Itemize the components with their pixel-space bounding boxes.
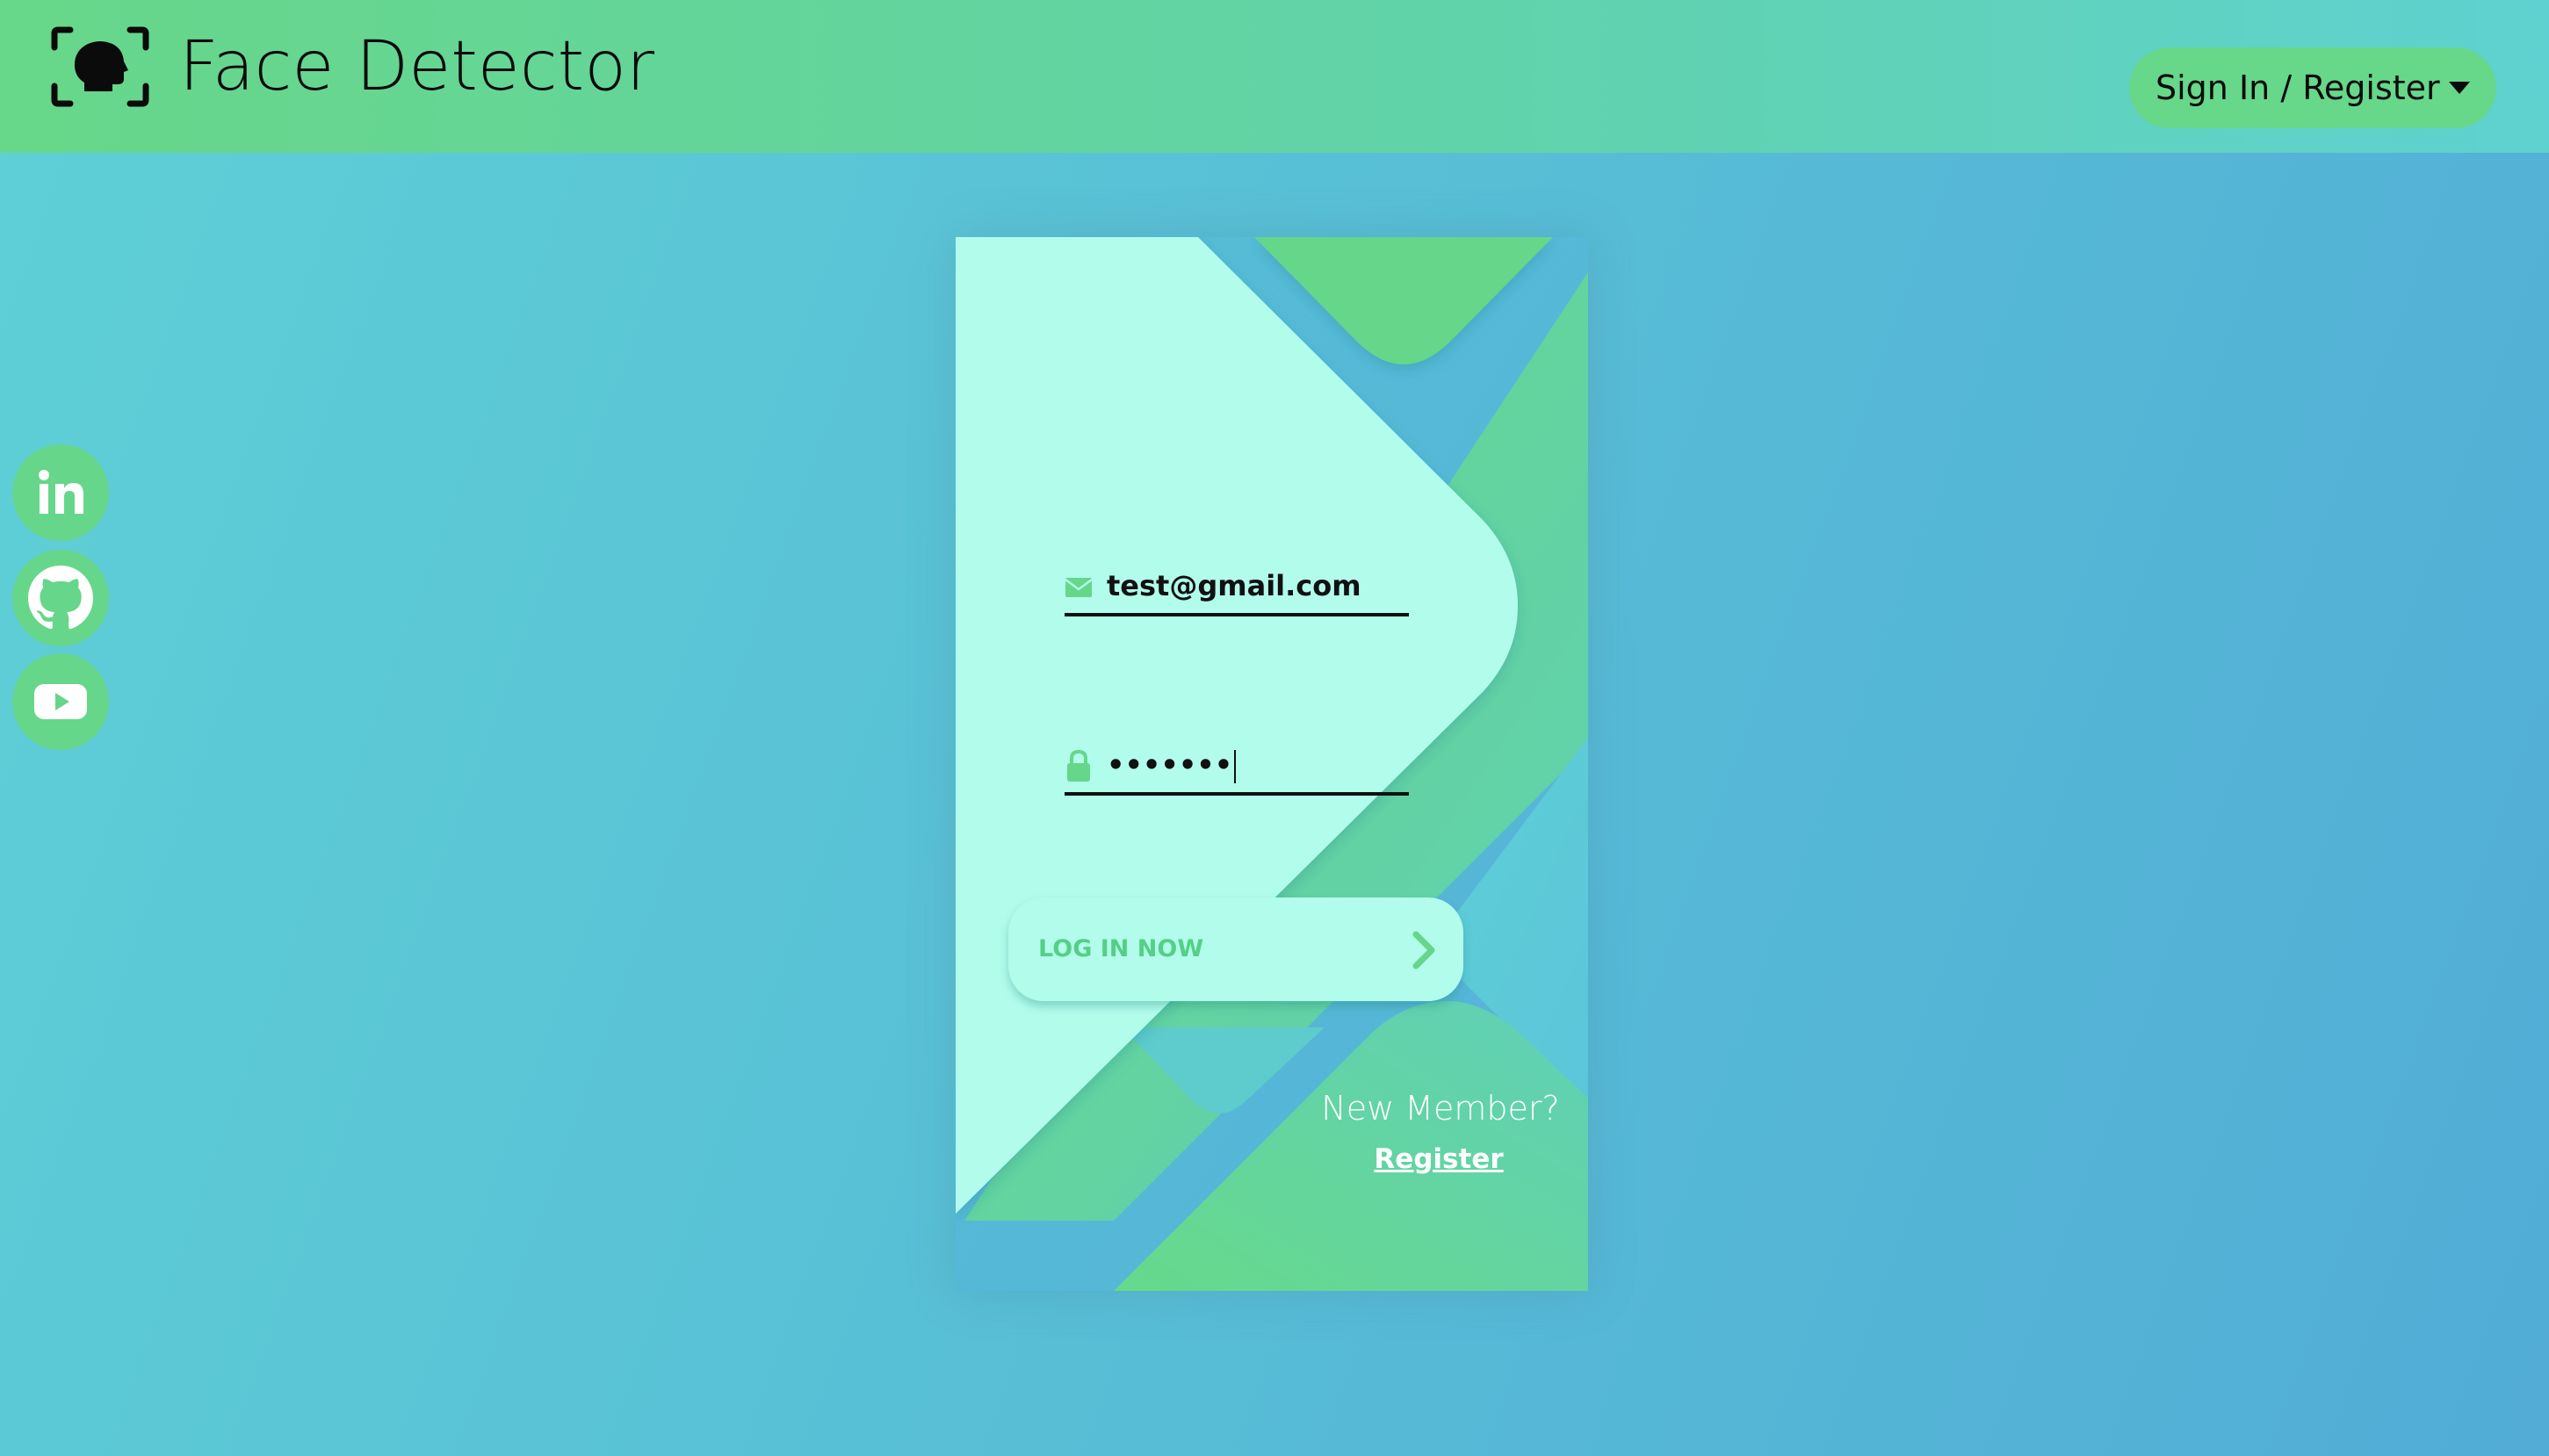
youtube-icon [34,684,87,719]
github-icon [28,566,93,630]
email-field[interactable]: test@gmail.com [1065,560,1409,616]
envelope-icon [1065,578,1093,597]
new-member-text: New Member? [1321,1089,1560,1128]
password-dots: ••••••• [1107,748,1233,782]
log-in-now-label: LOG IN NOW [1038,935,1204,962]
youtube-link[interactable] [12,653,109,750]
face-scan-icon[interactable] [49,25,151,109]
top-navbar: Face Detector Sign In / Register [0,0,2549,153]
github-link[interactable] [12,550,109,646]
password-value: ••••••• [1107,739,1237,790]
text-cursor [1234,750,1237,783]
sign-in-register-dropdown[interactable]: Sign In / Register [2129,47,2496,128]
caret-down-icon [2449,82,2470,94]
linkedin-icon [39,470,83,514]
password-field[interactable]: ••••••• [1065,739,1409,796]
register-link[interactable]: Register [1368,1143,1509,1175]
app-title: Face Detector [179,27,655,106]
log-in-now-button[interactable]: LOG IN NOW [1008,897,1463,1001]
chevron-right-icon [1412,931,1435,969]
sign-in-register-label: Sign In / Register [2155,68,2440,107]
lock-icon [1067,749,1090,782]
login-card: test@gmail.com ••••••• LOG IN NOW New Me… [956,237,1588,1291]
linkedin-link[interactable] [12,444,109,541]
email-value: test@gmail.com [1107,569,1361,602]
